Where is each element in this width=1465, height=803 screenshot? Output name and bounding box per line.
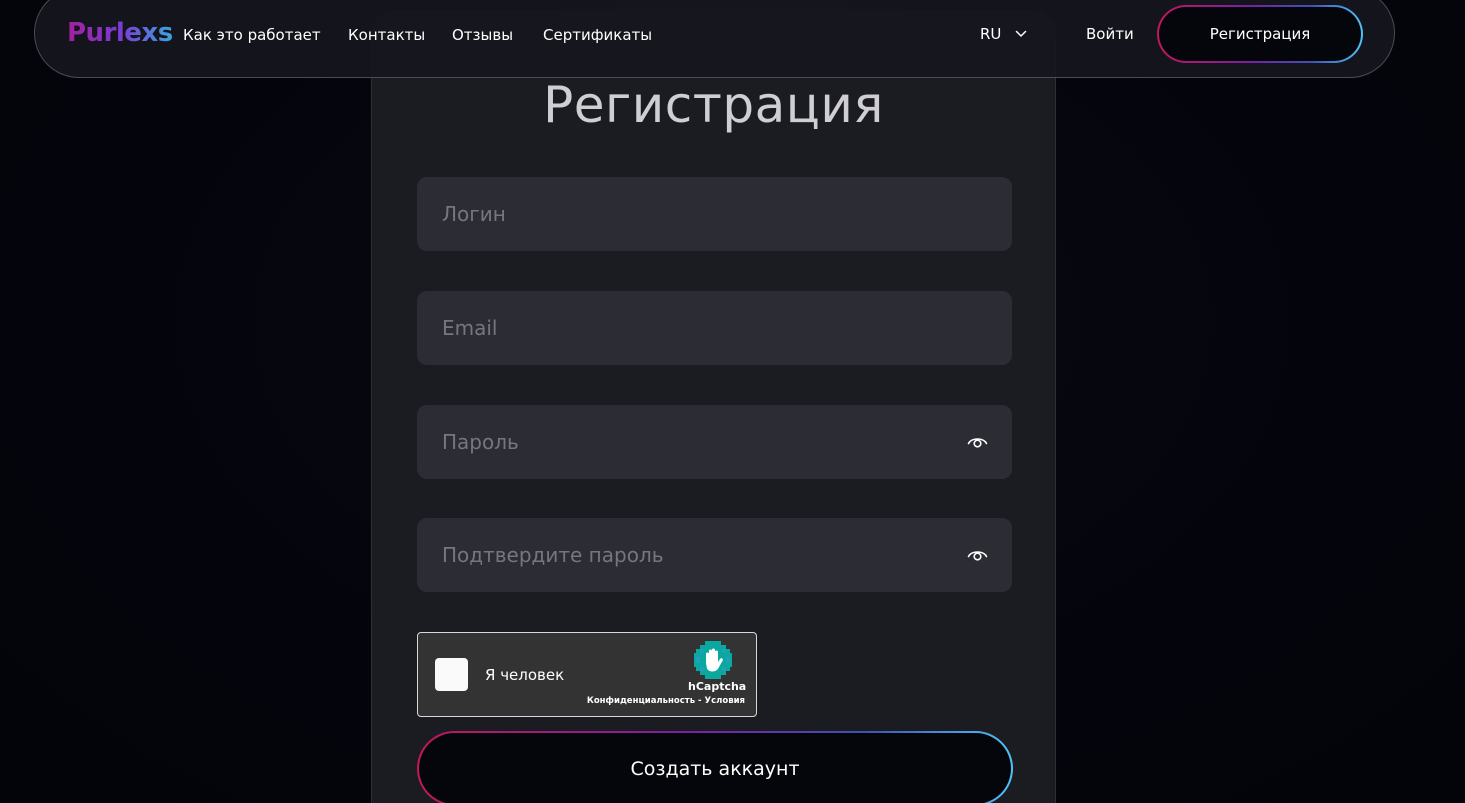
confirm-password-field-wrapper (417, 518, 1012, 592)
nav-link-contacts[interactable]: Контакты (348, 26, 425, 44)
nav-link-certificates[interactable]: Сертификаты (543, 26, 652, 44)
hcaptcha-hand-icon (694, 641, 732, 679)
eye-icon (967, 551, 987, 561)
logo[interactable]: Purlexs (67, 18, 173, 48)
password-visibility-toggle[interactable] (966, 431, 988, 453)
create-account-button[interactable]: Создать аккаунт (417, 731, 1013, 803)
email-input[interactable] (417, 291, 1012, 365)
captcha-privacy-link[interactable]: Конфиденциальность (587, 696, 695, 706)
register-button[interactable]: Регистрация (1157, 5, 1363, 63)
create-account-label: Создать аккаунт (419, 733, 1011, 803)
page: Регистрация Логин Email Я человек hCaptc… (0, 0, 1465, 803)
chevron-down-icon (1016, 30, 1027, 37)
confirm-password-visibility-toggle[interactable] (966, 544, 988, 566)
password-field-wrapper (417, 405, 1012, 479)
eye-icon (967, 438, 987, 448)
language-code: RU (980, 25, 1002, 43)
captcha-terms-link[interactable]: Условия (705, 696, 745, 706)
email-field-wrapper (417, 291, 1012, 365)
nav-link-reviews[interactable]: Отзывы (452, 26, 513, 44)
language-selector[interactable]: RU (980, 25, 1027, 43)
login-link[interactable]: Войти (1086, 25, 1134, 43)
captcha-links-separator: - (695, 696, 705, 706)
login-input[interactable] (417, 177, 1012, 251)
captcha-brand: hCaptcha (688, 680, 747, 693)
captcha-checkbox[interactable] (435, 658, 468, 691)
header-navbar: Purlexs Как это работает Контакты Отзывы… (34, 0, 1395, 78)
registration-card: Регистрация Логин Email Я человек hCaptc… (371, 10, 1056, 803)
nav-link-how-it-works[interactable]: Как это работает (183, 26, 321, 44)
captcha-widget: Я человек hCaptcha Конфиденциальность - … (417, 632, 757, 717)
register-button-label: Регистрация (1159, 7, 1361, 61)
captcha-label: Я человек (485, 666, 565, 684)
captcha-links: Конфиденциальность - Условия (587, 696, 745, 706)
password-input[interactable] (417, 405, 1012, 479)
page-title: Регистрация (543, 76, 884, 134)
confirm-password-input[interactable] (417, 518, 1012, 592)
login-field-wrapper (417, 177, 1012, 251)
